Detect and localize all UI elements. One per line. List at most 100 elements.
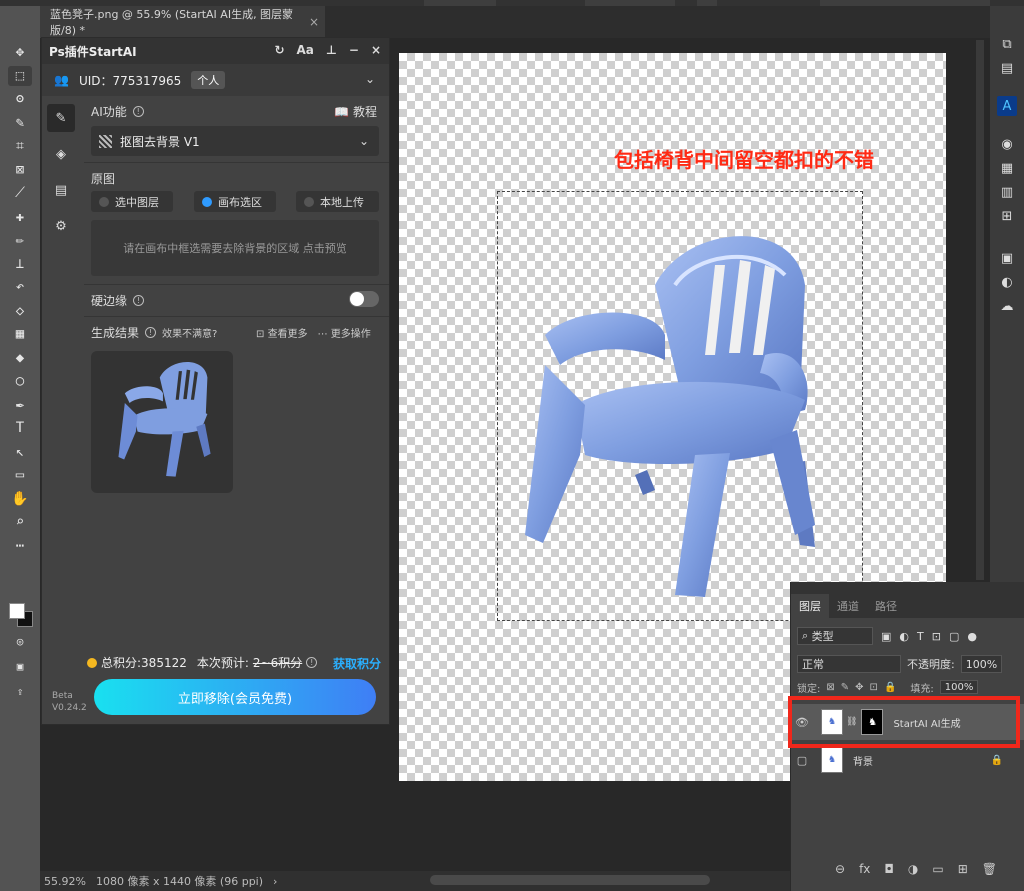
new-layer-icon[interactable]: ⊞ bbox=[958, 862, 968, 876]
close-icon[interactable]: × bbox=[309, 15, 319, 29]
shape-filter-icon[interactable]: ⊡ bbox=[932, 630, 941, 643]
settings-gear-icon[interactable]: ⚙ bbox=[47, 212, 75, 240]
unsatisfied-link[interactable]: 效果不满意? bbox=[162, 325, 217, 340]
tutorial-link[interactable]: 📖 教程 bbox=[334, 103, 377, 120]
chevron-down-icon[interactable]: ⌄ bbox=[365, 72, 375, 86]
dodge-tool-icon[interactable]: ○ bbox=[8, 371, 32, 391]
more-tool-icon[interactable]: ⋯ bbox=[8, 536, 32, 556]
opacity-field[interactable]: 100% bbox=[960, 655, 1003, 673]
hand-tool-icon[interactable]: ✋ bbox=[8, 489, 32, 509]
type-tool-icon[interactable]: T bbox=[8, 418, 32, 438]
type-filter-icon[interactable]: T bbox=[917, 630, 924, 643]
swatches-icon[interactable]: ▦ bbox=[997, 158, 1017, 178]
tab-2[interactable]: 路径 bbox=[867, 594, 905, 618]
filter-toggle-icon[interactable]: ● bbox=[967, 630, 977, 643]
brush-tool-icon[interactable]: ✏ bbox=[8, 230, 32, 250]
blend-mode-select[interactable]: 正常 bbox=[797, 655, 901, 673]
account-row[interactable]: 👥 UID：775317965 个人 ⌄ bbox=[42, 64, 389, 96]
fx-icon[interactable]: fx bbox=[859, 862, 870, 876]
gradient-icon[interactable]: ▥ bbox=[997, 182, 1017, 202]
pen-tool-icon[interactable]: ✒ bbox=[8, 395, 32, 415]
panel-collapse-bar[interactable] bbox=[791, 582, 1024, 594]
comment-icon[interactable]: ▤ bbox=[997, 58, 1017, 78]
pin-icon[interactable]: ⊥ bbox=[326, 43, 337, 57]
fill-label: 填充: bbox=[910, 683, 934, 695]
source-option-2[interactable]: 本地上传 bbox=[296, 191, 379, 212]
chevron-down-icon[interactable]: ⌄ bbox=[359, 134, 369, 148]
layer-filter-select[interactable]: ⌕ 类型 bbox=[797, 627, 873, 645]
lock-artboard-icon[interactable]: ⊡ bbox=[870, 682, 878, 693]
lock-move-icon[interactable]: ✥ bbox=[855, 682, 863, 693]
new-group-icon[interactable]: ▭ bbox=[932, 862, 943, 876]
hard-edge-toggle[interactable] bbox=[349, 291, 379, 307]
layers-stack-icon[interactable]: ◈ bbox=[47, 140, 75, 168]
layers-footer: ⊖ fx ◘ ◑ ▭ ⊞ 🗑 bbox=[835, 862, 997, 876]
foreground-color-swatch[interactable] bbox=[9, 603, 25, 619]
selection-hint[interactable]: 请在画布中框选需要去除背景的区域 点击预览 bbox=[91, 220, 379, 276]
history-brush-tool-icon[interactable]: ↶ bbox=[8, 277, 32, 297]
screen-mode-icon[interactable]: ▣ bbox=[8, 656, 32, 676]
eyedropper-tool-icon[interactable]: ⟋ bbox=[8, 183, 32, 203]
path-select-tool-icon[interactable]: ↖ bbox=[8, 442, 32, 462]
lock-pixels-icon[interactable]: ⊠ bbox=[826, 682, 834, 693]
view-more-link[interactable]: ⊡ 查看更多 bbox=[256, 325, 308, 340]
delete-layer-icon[interactable]: 🗑 bbox=[982, 862, 997, 876]
info-icon[interactable]: ! bbox=[306, 657, 318, 668]
add-mask-icon[interactable]: ◘ bbox=[884, 862, 894, 876]
properties-icon[interactable]: ▣ bbox=[997, 248, 1017, 268]
crop-tool-icon[interactable]: ⌗ bbox=[8, 136, 32, 156]
edit-icon[interactable]: ✎ bbox=[47, 104, 75, 132]
quick-mask-icon[interactable]: ◎ bbox=[8, 631, 32, 651]
source-option-0[interactable]: 选中图层 bbox=[91, 191, 173, 212]
tab-1[interactable]: 通道 bbox=[829, 594, 867, 618]
patterns-icon[interactable]: ⊞ bbox=[997, 206, 1017, 226]
pixel-filter-icon[interactable]: ▣ bbox=[881, 630, 891, 643]
result-thumbnail[interactable] bbox=[91, 351, 233, 493]
color-icon[interactable]: ◉ bbox=[997, 134, 1017, 154]
frame-tool-icon[interactable]: ⊠ bbox=[8, 160, 32, 180]
horizontal-scrollbar[interactable] bbox=[430, 875, 710, 885]
visibility-toggle[interactable]: ▢ bbox=[791, 754, 813, 767]
refresh-icon[interactable]: ↻ bbox=[274, 43, 284, 57]
function-select[interactable]: 抠图去背景 V1 ⌄ bbox=[91, 126, 379, 156]
move-tool-icon[interactable]: ✥ bbox=[8, 42, 32, 62]
adjustments-icon[interactable]: ◐ bbox=[997, 272, 1017, 292]
fill-field[interactable]: 100% bbox=[939, 680, 979, 694]
remove-now-button[interactable]: 立即移除(会员免费) bbox=[94, 679, 376, 715]
lasso-tool-icon[interactable]: ʘ bbox=[8, 89, 32, 109]
document-tab[interactable]: 蓝色凳子.png @ 55.9% (StartAI AI生成, 图层蒙版/8) … bbox=[40, 6, 325, 38]
rectangle-tool-icon[interactable]: ▭ bbox=[8, 465, 32, 485]
share-icon[interactable]: ⇪ bbox=[8, 681, 32, 701]
info-icon[interactable]: ! bbox=[132, 106, 144, 117]
minimize-icon[interactable]: − bbox=[349, 43, 359, 57]
blur-tool-icon[interactable]: ◆ bbox=[8, 348, 32, 368]
eraser-tool-icon[interactable]: ◇ bbox=[8, 301, 32, 321]
chevron-right-icon[interactable]: › bbox=[273, 875, 277, 888]
info-icon[interactable]: ! bbox=[133, 295, 145, 306]
tab-0[interactable]: 图层 bbox=[791, 594, 829, 618]
zoom-tool-icon[interactable]: ⌕ bbox=[8, 512, 32, 532]
marquee-tool-icon[interactable]: ⬚ bbox=[8, 65, 32, 86]
zoom-level[interactable]: 55.92% bbox=[44, 875, 86, 888]
libraries-icon[interactable]: ☁ bbox=[997, 296, 1017, 316]
smart-filter-icon[interactable]: ▢ bbox=[949, 630, 959, 643]
source-option-1[interactable]: 画布选区 bbox=[194, 191, 276, 212]
close-icon[interactable]: × bbox=[371, 43, 381, 57]
history-icon[interactable]: ⧉ bbox=[997, 34, 1017, 54]
lock-paint-icon[interactable]: ✎ bbox=[841, 682, 849, 693]
adjustment-layer-icon[interactable]: ◑ bbox=[908, 862, 918, 876]
gradient-tool-icon[interactable]: ▦ bbox=[8, 324, 32, 344]
document-icon[interactable]: ▤ bbox=[47, 176, 75, 204]
lock-all-icon[interactable]: 🔒 bbox=[884, 682, 896, 693]
more-actions-link[interactable]: ⋯ 更多操作 bbox=[318, 325, 371, 340]
earn-points-link[interactable]: 获取积分 bbox=[333, 655, 381, 672]
vertical-scrollbar[interactable] bbox=[976, 40, 984, 580]
adjust-filter-icon[interactable]: ◐ bbox=[899, 630, 909, 643]
font-size-icon[interactable]: Aa bbox=[297, 43, 314, 57]
stamp-tool-icon[interactable]: ⊥ bbox=[8, 254, 32, 274]
startai-plugin-icon[interactable]: A bbox=[997, 96, 1017, 116]
quick-select-tool-icon[interactable]: ✎ bbox=[8, 113, 32, 133]
info-icon[interactable]: ! bbox=[145, 327, 157, 338]
healing-tool-icon[interactable]: ✚ bbox=[8, 207, 32, 227]
link-layers-icon[interactable]: ⊖ bbox=[835, 862, 845, 876]
